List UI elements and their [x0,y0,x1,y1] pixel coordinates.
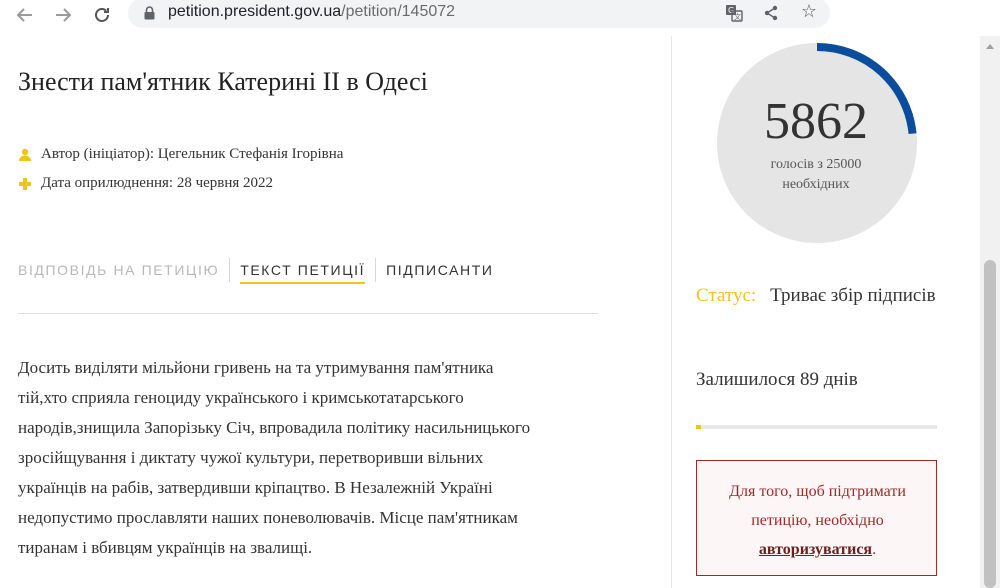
auth-text-before: Для того, щоб підтримати петицію, необхі… [729,483,906,529]
reload-icon[interactable] [89,2,115,28]
url-text[interactable]: petition.president.gov.ua/petition/14507… [168,3,455,21]
scroll-up-arrow-icon[interactable] [986,44,994,49]
lock-icon[interactable] [144,6,155,25]
login-link[interactable]: авторизуватися [759,541,872,558]
auth-text-after: . [872,541,877,558]
back-arrow-icon[interactable] [12,2,38,28]
tab-answer[interactable]: ВІДПОВІДЬ НА ПЕТИЦІЮ [18,260,219,280]
petition-body: Досить виділяти мільйони гривень на та у… [18,353,608,563]
url-path: /petition/145072 [341,3,456,20]
votes-count: 5862 [764,93,868,150]
date-row: Дата оприлюднення: 28 червня 2022 [18,175,273,192]
votes-caption-line: голосів з 25000 [770,157,862,172]
votes-caption-line: необхідних [782,177,850,192]
address-bar[interactable]: petition.president.gov.ua/petition/14507… [128,0,830,28]
forward-arrow-icon[interactable] [50,2,76,28]
date-text: Дата оприлюднення: 28 червня 2022 [41,175,274,191]
svg-text:文: 文 [734,12,741,21]
auth-notice: Для того, щоб підтримати петицію, необхі… [696,460,937,576]
auth-text: Для того, щоб підтримати петицію, необхі… [707,477,928,564]
url-domain: petition.president.gov.ua [168,3,342,20]
status-label: Статус: [696,285,757,306]
tab-separator [229,258,231,282]
author-text: Автор (ініціатор): Цегельник Стефанія Іг… [41,146,344,162]
body-line: народів,знищила Запорізьку Січ, впровади… [18,418,531,437]
bookmark-star-icon[interactable]: ☆ [799,1,819,22]
author-row: Автор (ініціатор): Цегельник Стефанія Іг… [18,146,343,163]
page-content: Знести пам'ятник Катерині ІІ в Одесі Авт… [0,36,1000,588]
body-line: Досить виділяти мільйони гривень на та у… [18,358,494,377]
body-line: зросійщування і диктату чужої культури, … [18,448,484,467]
tabs-divider [18,313,598,314]
tab-signers[interactable]: ПІДПИСАНТИ [386,260,493,280]
days-progress-fill [696,425,701,429]
days-progress-bar [696,425,937,429]
user-icon [18,148,32,162]
share-icon[interactable] [761,3,781,23]
status-value: Триває збір підписів [770,285,936,306]
body-line: українців на рабів, затвердивши кріпацтв… [18,478,493,497]
tab-separator [375,258,377,282]
votes-caption: голосів з 25000 необхідних [740,155,892,195]
column-divider [671,36,672,588]
tab-petition-text[interactable]: ТЕКСТ ПЕТИЦІЇ [240,260,366,284]
browser-toolbar: petition.president.gov.ua/petition/14507… [0,0,1000,30]
status-block: Статус: Триває збір підписів [696,281,936,311]
scrollbar-thumb[interactable] [984,260,996,588]
scrollbar[interactable] [980,36,1000,588]
days-remaining: Залишилося 89 днів [696,369,858,390]
body-line: тиранам і вбивцям українців на звалищі. [18,538,313,557]
body-line: недопустимо прославляти наших поневолюва… [18,508,518,527]
petition-tabs: ВІДПОВІДЬ НА ПЕТИЦІЮ ТЕКСТ ПЕТИЦІЇ ПІДПИ… [18,258,494,286]
petition-title: Знести пам'ятник Катерині ІІ в Одесі [18,67,428,96]
translate-icon[interactable]: G文 [724,3,744,23]
plus-icon [18,177,32,191]
body-line: тій,хто сприяла геноциду українського і … [18,388,464,407]
